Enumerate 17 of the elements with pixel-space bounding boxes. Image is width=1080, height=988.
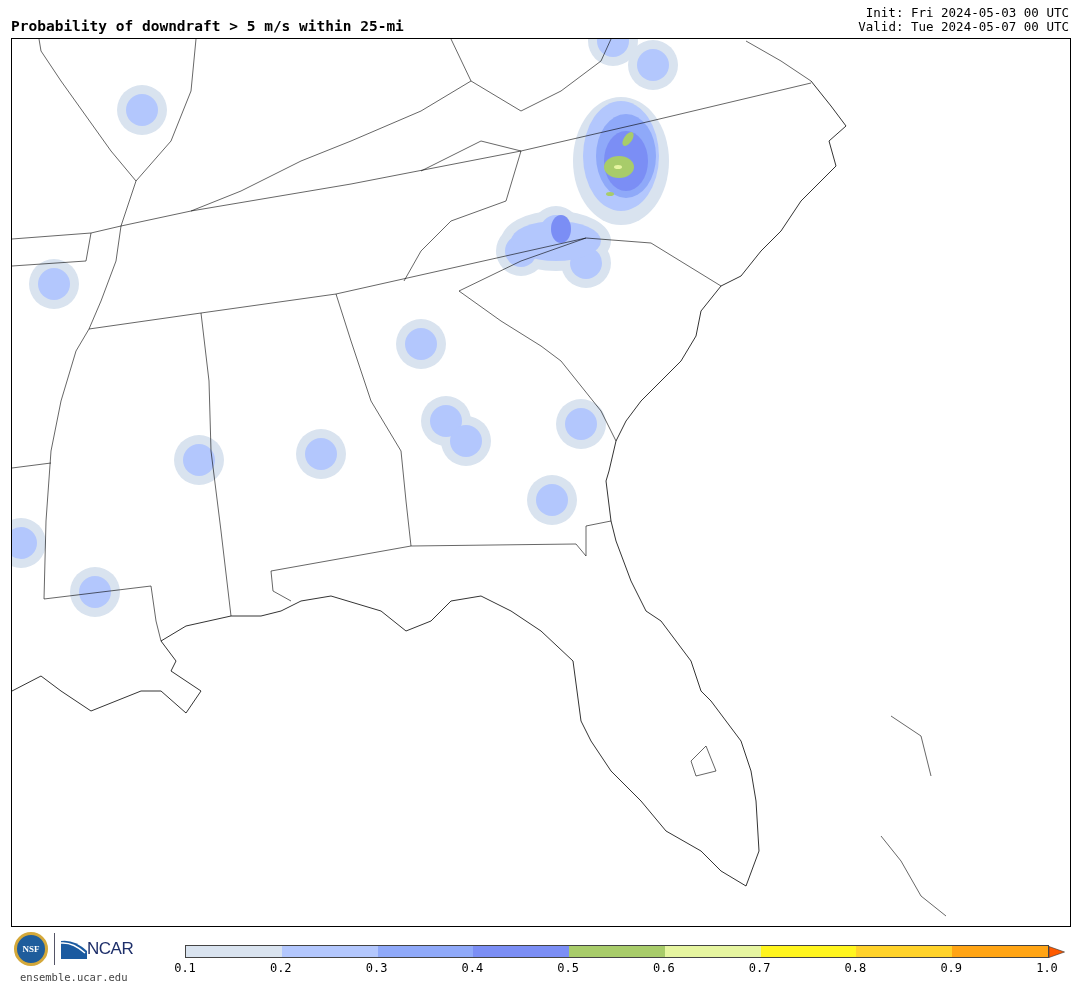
- colorbar-tick-label: 0.2: [269, 961, 292, 975]
- colorbar-tick-label: 0.8: [844, 961, 867, 975]
- site-url: ensemble.ucar.edu: [20, 971, 128, 983]
- ncar-logo-icon: [61, 939, 87, 959]
- colorbar-tick-label: 0.3: [365, 961, 388, 975]
- init-time: Init: Fri 2024-05-03 00 UTC: [864, 6, 1069, 20]
- colorbar-tick-label: 0.4: [461, 961, 484, 975]
- chart-title: Probability of downdraft > 5 m/s within 25-mi: [11, 18, 404, 34]
- colorbar-tick-label: 0.9: [940, 961, 963, 975]
- nsf-logo: NSF: [14, 932, 48, 966]
- colorbar-tick-label: 0.7: [748, 961, 771, 975]
- colorbar-tick-label: 0.5: [557, 961, 579, 975]
- colorbar-tick-label: 0.6: [653, 961, 675, 975]
- valid-time: Valid: Tue 2024-05-07 00 UTC: [858, 20, 1069, 34]
- colorbar-tick-label: 1.0: [1036, 961, 1058, 975]
- colorbar-tick-label: 0.1: [174, 961, 196, 975]
- ncar-logo: NCAR: [87, 939, 134, 959]
